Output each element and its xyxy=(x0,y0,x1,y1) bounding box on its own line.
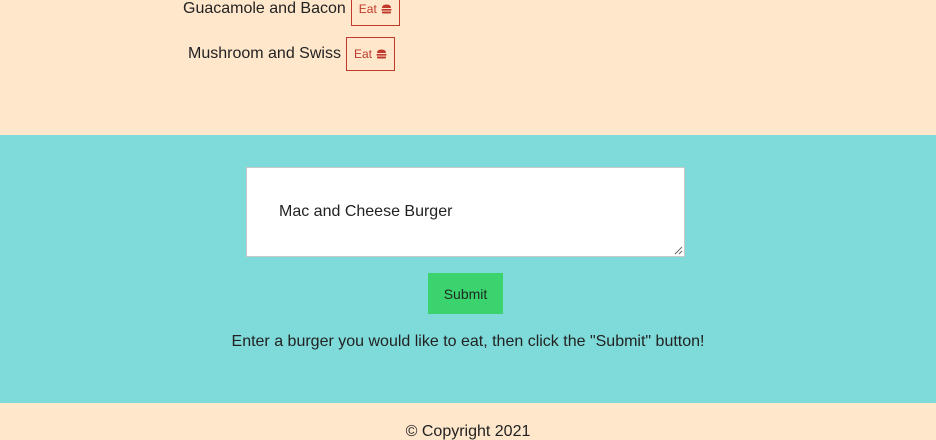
eat-button-label: Eat xyxy=(353,47,372,61)
instructions-text: Enter a burger you would like to eat, th… xyxy=(231,333,705,350)
textarea-value: Mac and Cheese Burger xyxy=(279,203,453,220)
burger-item: Mushroom and Swiss Eat xyxy=(188,37,395,71)
burger-form-section: Mac and Cheese Burger Submit Enter a bur… xyxy=(0,135,936,403)
burger-name-textarea[interactable]: Mac and Cheese Burger xyxy=(246,167,685,257)
burger-name: Mushroom and Swiss xyxy=(188,45,341,62)
eat-button-label: Eat xyxy=(358,2,377,16)
resize-handle-icon[interactable] xyxy=(674,246,683,255)
burger-icon xyxy=(381,4,392,14)
copyright-text: © Copyright 2021 xyxy=(405,423,531,440)
burger-list-section: Guacamole and Bacon Eat Mushroom and Swi… xyxy=(0,0,936,135)
burger-item: Guacamole and Bacon Eat xyxy=(183,0,400,26)
burger-name: Guacamole and Bacon xyxy=(183,0,346,17)
burger-icon xyxy=(376,49,387,59)
eat-button[interactable]: Eat xyxy=(350,0,400,26)
footer: © Copyright 2021 xyxy=(0,403,936,440)
eat-button[interactable]: Eat xyxy=(345,37,395,71)
submit-button[interactable]: Submit xyxy=(428,273,503,314)
